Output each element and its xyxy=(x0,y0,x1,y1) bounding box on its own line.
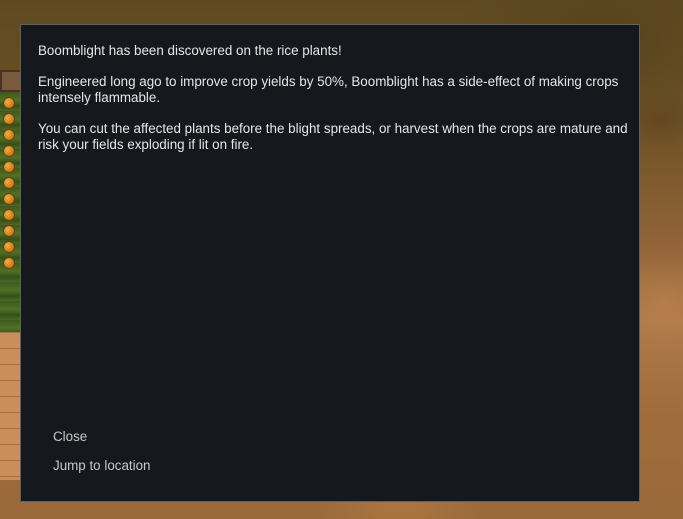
game-world-background: Boomblight has been discovered on the ri… xyxy=(0,0,683,519)
letter-dialog: Boomblight has been discovered on the ri… xyxy=(20,24,640,502)
crop-plant xyxy=(4,226,14,236)
crop-plant xyxy=(4,178,14,188)
crop-plant xyxy=(4,98,14,108)
crop-plant xyxy=(4,162,14,172)
letter-text: Boomblight has been discovered on the ri… xyxy=(38,43,628,168)
crop-plant xyxy=(4,258,14,268)
crop-plant xyxy=(4,242,14,252)
letter-paragraph: You can cut the affected plants before t… xyxy=(38,121,628,152)
crop-plant xyxy=(4,146,14,156)
letter-paragraph: Engineered long ago to improve crop yiel… xyxy=(38,74,619,105)
wall-tile xyxy=(0,70,22,92)
close-button[interactable]: Close xyxy=(53,429,151,445)
jump-to-location-button[interactable]: Jump to location xyxy=(53,458,151,474)
rice-field xyxy=(0,92,22,332)
crop-plant xyxy=(4,130,14,140)
letter-headline: Boomblight has been discovered on the ri… xyxy=(38,43,342,58)
wood-floor xyxy=(0,332,22,480)
crop-plant xyxy=(4,114,14,124)
crop-plant xyxy=(4,194,14,204)
crop-plant xyxy=(4,210,14,220)
letter-options: Close Jump to location xyxy=(53,429,151,487)
colony-edge xyxy=(0,70,22,480)
